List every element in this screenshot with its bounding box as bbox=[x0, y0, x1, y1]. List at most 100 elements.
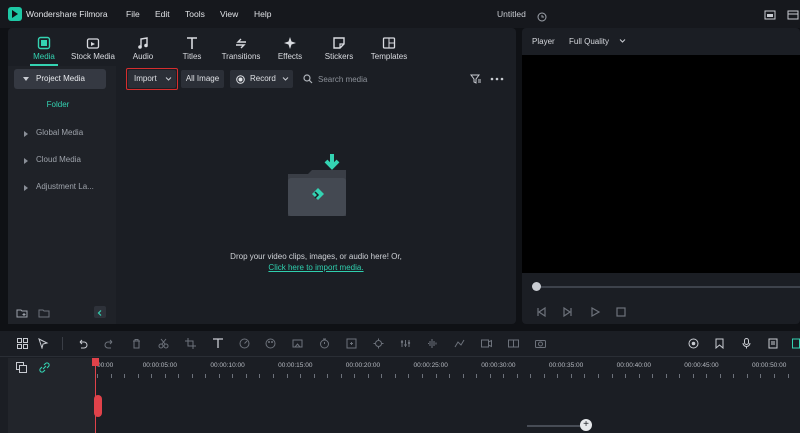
play-icon[interactable] bbox=[589, 306, 601, 318]
redo-icon[interactable] bbox=[104, 338, 115, 349]
tab-stickers[interactable]: Stickers bbox=[315, 36, 363, 64]
tab-label: Stickers bbox=[324, 52, 354, 61]
tab-templates[interactable]: Templates bbox=[365, 36, 413, 64]
player-label: Player bbox=[532, 37, 555, 46]
ruler-tick-mark bbox=[516, 374, 518, 378]
ruler-tick-mark bbox=[367, 374, 369, 378]
voiceover-icon[interactable] bbox=[768, 338, 779, 349]
microphone-icon[interactable] bbox=[741, 338, 752, 349]
menu-tools[interactable]: Tools bbox=[185, 9, 205, 19]
scissors-icon[interactable] bbox=[158, 338, 169, 349]
import-media-link[interactable]: Click here to import media. bbox=[118, 263, 514, 272]
menu-view[interactable]: View bbox=[220, 9, 238, 19]
import-button[interactable]: Import bbox=[128, 70, 176, 88]
zoom-in-button[interactable]: + bbox=[580, 419, 592, 431]
adjust-icon[interactable] bbox=[400, 338, 411, 349]
timer-icon[interactable] bbox=[319, 338, 330, 349]
text-tool-icon[interactable] bbox=[212, 337, 224, 349]
fit-icon[interactable] bbox=[346, 338, 357, 349]
new-folder-icon[interactable] bbox=[16, 306, 28, 318]
sidebar-item-adjustment-layer[interactable]: Adjustment La... bbox=[14, 177, 106, 197]
playhead-handle[interactable] bbox=[92, 358, 99, 366]
link-icon[interactable] bbox=[39, 362, 50, 373]
filter-icon[interactable] bbox=[470, 73, 482, 85]
chevron-left-icon bbox=[97, 310, 102, 316]
tab-label: Titles bbox=[182, 52, 202, 61]
color-palette-icon[interactable] bbox=[265, 338, 276, 349]
layout-icon[interactable] bbox=[764, 8, 776, 20]
playback-progress-knob[interactable] bbox=[532, 282, 541, 291]
ruler-tick-mark bbox=[178, 374, 180, 378]
expand-arrow-icon bbox=[24, 158, 28, 164]
playhead-grip[interactable] bbox=[94, 395, 102, 417]
folder-icon[interactable] bbox=[38, 306, 50, 318]
tab-transitions[interactable]: Transitions bbox=[217, 36, 265, 64]
ruler-tick-mark bbox=[205, 374, 207, 378]
tab-label: Audio bbox=[132, 52, 154, 61]
ruler-tick-label: 00:00:10:00 bbox=[210, 362, 245, 369]
motion-icon[interactable] bbox=[454, 338, 465, 349]
window-icon[interactable] bbox=[787, 8, 799, 20]
app-name: Wondershare Filmora bbox=[26, 9, 108, 19]
filmora-logo-icon bbox=[8, 7, 22, 21]
record-button[interactable]: Record bbox=[230, 70, 293, 88]
playback-progress-track[interactable] bbox=[536, 286, 800, 288]
menu-help[interactable]: Help bbox=[254, 9, 271, 19]
grid-icon[interactable] bbox=[17, 338, 28, 349]
effects-icon bbox=[284, 37, 296, 49]
ruler-tick-mark bbox=[110, 374, 112, 378]
next-frame-icon[interactable] bbox=[562, 306, 574, 318]
delete-icon[interactable] bbox=[131, 338, 142, 349]
marker-icon[interactable] bbox=[714, 338, 725, 349]
toolbar-divider bbox=[62, 337, 63, 350]
ruler-tick-mark bbox=[462, 374, 464, 378]
sidebar-item-cloud-media[interactable]: Cloud Media bbox=[14, 150, 106, 170]
ruler-tick-mark bbox=[530, 374, 532, 378]
sidebar-item-global-media[interactable]: Global Media bbox=[14, 123, 106, 143]
render-icon[interactable] bbox=[688, 338, 699, 349]
collapse-sidebar-button[interactable] bbox=[94, 306, 106, 318]
tab-media[interactable]: Media bbox=[20, 36, 68, 64]
audio-wave-icon[interactable] bbox=[427, 338, 438, 349]
speed-icon[interactable] bbox=[239, 338, 250, 349]
zoom-slider-track[interactable] bbox=[527, 425, 582, 427]
transitions-icon bbox=[236, 38, 246, 49]
tab-audio[interactable]: Audio bbox=[119, 36, 167, 64]
menu-file[interactable]: File bbox=[126, 9, 140, 19]
add-track-icon[interactable] bbox=[16, 362, 27, 373]
select-pointer-icon[interactable] bbox=[38, 338, 49, 349]
ruler-tick-mark bbox=[746, 374, 748, 378]
search-input[interactable] bbox=[300, 70, 460, 88]
quality-select[interactable]: Full Quality bbox=[569, 37, 626, 46]
sidebar-folder[interactable]: Folder bbox=[14, 100, 102, 109]
more-options-icon[interactable] bbox=[490, 76, 504, 82]
all-image-filter-button[interactable]: All Image bbox=[181, 70, 224, 88]
record-screen-icon[interactable] bbox=[481, 338, 492, 349]
status-clock-icon[interactable] bbox=[537, 9, 547, 22]
previous-frame-icon[interactable] bbox=[535, 306, 547, 318]
sidebar-item-project-media[interactable]: Project Media bbox=[14, 69, 106, 89]
ruler-tick-mark bbox=[300, 374, 302, 378]
split-screen-icon[interactable] bbox=[508, 338, 519, 349]
ruler-tick-mark bbox=[124, 374, 126, 378]
ruler-tick-mark bbox=[476, 374, 478, 378]
sidebar-item-label: Global Media bbox=[36, 128, 84, 137]
undo-icon[interactable] bbox=[77, 338, 88, 349]
record-label: Record bbox=[250, 74, 276, 83]
ai-tool-icon[interactable] bbox=[373, 338, 384, 349]
import-folder-icon[interactable] bbox=[284, 152, 354, 218]
crop-icon[interactable] bbox=[185, 338, 196, 349]
zoom-fit-icon[interactable] bbox=[792, 338, 800, 349]
ruler-tick-mark bbox=[557, 374, 559, 378]
tab-stock-media[interactable]: Stock Media bbox=[69, 36, 117, 64]
ruler-tick-mark bbox=[543, 374, 545, 378]
ruler-tick-mark bbox=[273, 374, 275, 378]
stabilize-icon[interactable] bbox=[292, 338, 303, 349]
tab-effects[interactable]: Effects bbox=[266, 36, 314, 64]
ruler-tick-mark bbox=[354, 374, 356, 378]
menu-edit[interactable]: Edit bbox=[155, 9, 170, 19]
ruler-tick-mark bbox=[191, 374, 193, 378]
stop-icon[interactable] bbox=[615, 306, 627, 318]
tab-titles[interactable]: Titles bbox=[168, 36, 216, 64]
snapshot-icon[interactable] bbox=[535, 338, 546, 349]
